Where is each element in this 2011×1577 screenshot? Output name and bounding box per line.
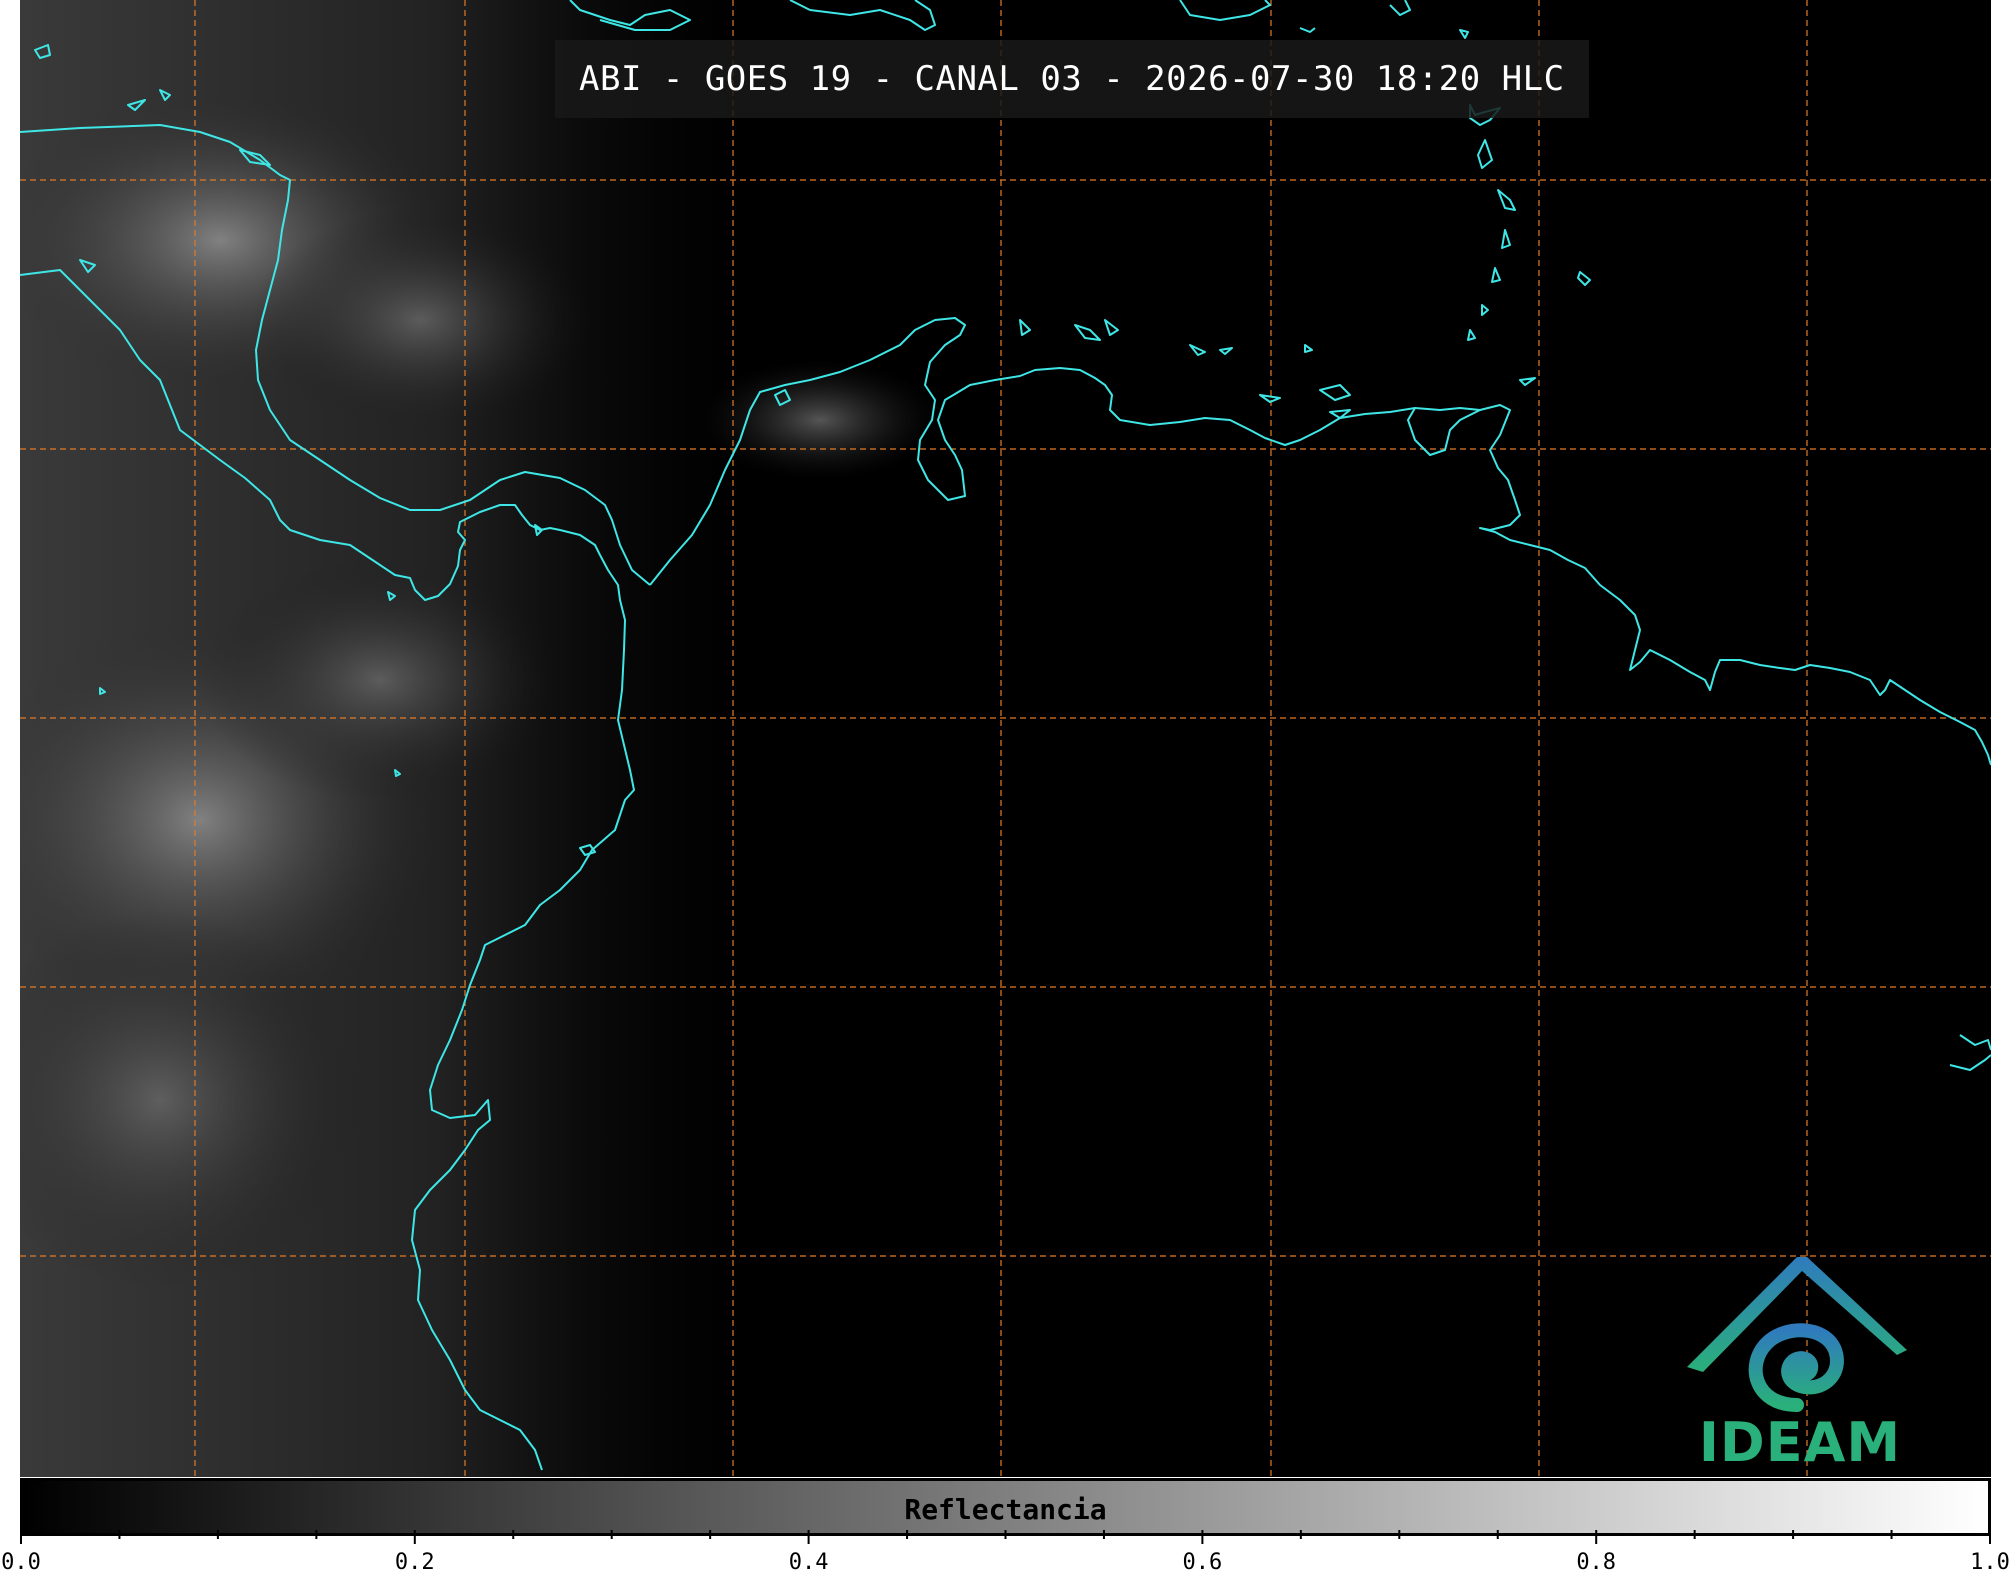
island [1459, 29, 1469, 39]
island [1389, 0, 1411, 16]
cloud-mass [250, 210, 590, 430]
colorbar-tick-label: 0.8 [1576, 1550, 1617, 1575]
lake-maracaibo [1407, 407, 1481, 456]
island [1491, 267, 1501, 283]
island [1467, 329, 1476, 341]
island [1104, 319, 1119, 336]
island [1259, 394, 1281, 403]
island [1477, 139, 1493, 169]
colorbar-tick-label: 0.0 [1, 1550, 41, 1575]
island [1019, 319, 1031, 336]
colorbar-label: Reflectancia [904, 1493, 1107, 1526]
ideam-logo-icon [1687, 1257, 1907, 1412]
coastline-east [1949, 1034, 1991, 1071]
island [1577, 271, 1591, 286]
colorbar-tick-label: 0.4 [788, 1550, 829, 1575]
island [1299, 27, 1316, 33]
colorbar-tick-label: 0.2 [394, 1550, 435, 1575]
ideam-logo: IDEAM [1685, 1255, 1915, 1475]
island [1501, 229, 1511, 249]
title-banner: ABI - GOES 19 - CANAL 03 - 2026-07-30 18… [555, 40, 1589, 118]
island [1219, 347, 1233, 355]
satellite-image: ABI - GOES 19 - CANAL 03 - 2026-07-30 18… [20, 0, 1991, 1477]
colorbar-tick-label: 1.0 [1970, 1550, 2010, 1575]
island [1189, 344, 1206, 356]
island [1179, 0, 1271, 21]
colorbar-tick-label: 0.6 [1182, 1550, 1223, 1575]
image-title: ABI - GOES 19 - CANAL 03 - 2026-07-30 18… [579, 59, 1565, 99]
colorbar-ticks [20, 1530, 1991, 1544]
logo-text: IDEAM [1698, 1411, 1902, 1474]
island [1481, 304, 1489, 316]
island [1319, 384, 1351, 401]
colorbar: Reflectancia [20, 1478, 1991, 1536]
island [1497, 189, 1516, 211]
island [1304, 344, 1313, 353]
island [789, 0, 936, 31]
cloud-mass [200, 560, 560, 800]
island [1519, 377, 1536, 386]
island [1074, 324, 1101, 341]
